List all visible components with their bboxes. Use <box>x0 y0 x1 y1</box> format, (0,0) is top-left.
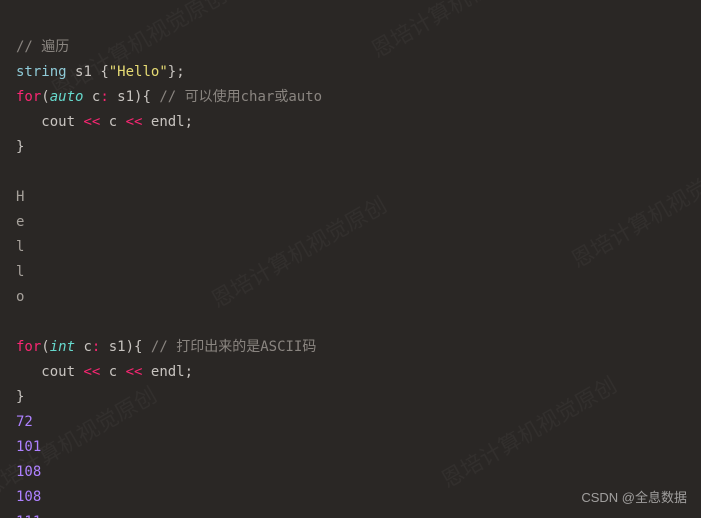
type-int: int <box>50 339 75 355</box>
var-s1-iter: s1 <box>109 89 134 105</box>
output-num: 101 <box>16 439 41 455</box>
comment-inline: // 打印出来的是ASCII码 <box>151 339 316 355</box>
output-char: l <box>16 239 24 255</box>
op-stream: << <box>83 364 100 380</box>
var-s1-iter: s1 <box>100 339 125 355</box>
comment-inline: // 可以使用char或auto <box>159 89 322 105</box>
output-num: 111 <box>16 514 41 518</box>
var-c-use: c <box>100 114 125 130</box>
keyword-for: for <box>16 89 41 105</box>
colon: : <box>100 89 108 105</box>
op-stream: << <box>83 114 100 130</box>
endl: endl <box>142 114 184 130</box>
output-num: 108 <box>16 464 41 480</box>
attribution: CSDN @全息数据 <box>581 485 687 510</box>
op-stream: << <box>126 114 143 130</box>
paren: ( <box>41 339 49 355</box>
op-stream: << <box>126 364 143 380</box>
indent <box>16 364 41 380</box>
cout: cout <box>41 364 83 380</box>
output-char: e <box>16 214 24 230</box>
semicolon: ; <box>185 114 193 130</box>
endl: endl <box>142 364 184 380</box>
brace-close: }; <box>168 64 185 80</box>
var-c: c <box>83 89 100 105</box>
brace-close: } <box>16 389 24 405</box>
comment-line: // 遍历 <box>16 39 69 55</box>
var-c-use: c <box>100 364 125 380</box>
string-literal: "Hello" <box>109 64 168 80</box>
indent <box>16 114 41 130</box>
output-num: 72 <box>16 414 33 430</box>
type-string: string <box>16 64 67 80</box>
semicolon: ; <box>185 364 193 380</box>
output-num: 108 <box>16 489 41 505</box>
output-char: o <box>16 289 24 305</box>
brace-open: { <box>100 64 108 80</box>
paren-close-brace: ){ <box>134 89 151 105</box>
cout: cout <box>41 114 83 130</box>
type-auto: auto <box>50 89 84 105</box>
output-char: l <box>16 264 24 280</box>
var-s1: s1 <box>75 64 92 80</box>
output-char: H <box>16 189 24 205</box>
code-block: // 遍历 string s1 {"Hello"}; for(auto c: s… <box>0 0 701 518</box>
brace-close: } <box>16 139 24 155</box>
paren-close-brace: ){ <box>126 339 143 355</box>
paren: ( <box>41 89 49 105</box>
var-c: c <box>75 339 92 355</box>
keyword-for: for <box>16 339 41 355</box>
